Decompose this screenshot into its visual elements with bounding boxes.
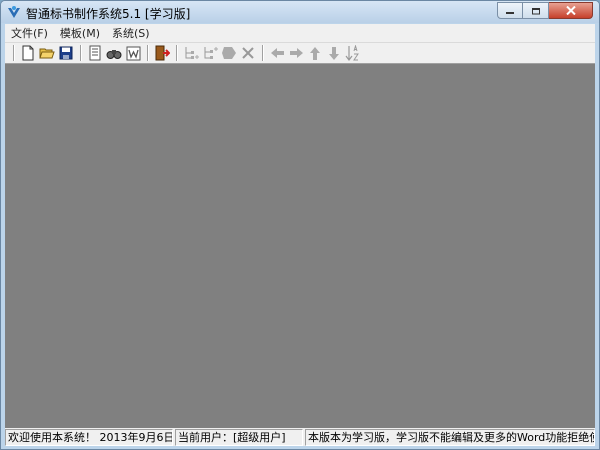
exit-icon [155, 45, 170, 61]
delete-node-button[interactable] [220, 44, 238, 62]
toolbar-separator [147, 45, 149, 61]
toolbar-separator [262, 45, 264, 61]
arrow-up-icon [310, 46, 320, 60]
delete-icon [242, 47, 254, 59]
status-bar: 欢迎使用本系统！ 2013年9月6日 当前用户：[超级用户] 本版本为学习版，学… [5, 428, 595, 446]
minimize-button[interactable] [497, 2, 523, 19]
move-up-button[interactable] [306, 44, 324, 62]
open-button[interactable] [38, 44, 56, 62]
move-right-button[interactable] [287, 44, 305, 62]
toolbar-separator [176, 45, 178, 61]
properties-button[interactable] [86, 44, 104, 62]
menu-bar: 文件(F) 模板(M) 系统(S) [5, 24, 595, 42]
main-workspace [5, 64, 595, 428]
app-logo-icon [8, 6, 20, 18]
menu-system[interactable]: 系统(S) [106, 25, 156, 41]
status-welcome: 欢迎使用本系统！ 2013年9月6日 [5, 429, 173, 446]
arrow-down-icon [329, 46, 339, 60]
arrow-right-icon [289, 48, 303, 58]
window-title: 智通标书制作系统5.1 [学习版] [26, 7, 191, 21]
move-left-button[interactable] [268, 44, 286, 62]
word-export-icon [126, 46, 140, 60]
new-button[interactable] [19, 44, 37, 62]
add-child-node-button[interactable] [182, 44, 200, 62]
maximize-button[interactable] [523, 2, 549, 19]
toolbar [5, 42, 595, 64]
save-icon [59, 46, 73, 60]
close-icon [565, 6, 576, 15]
new-document-icon [22, 45, 34, 61]
open-folder-icon [39, 48, 55, 59]
close-button[interactable] [549, 2, 593, 19]
status-version-notice: 本版本为学习版，学习版不能编辑及更多的Word功能拒绝使用！ [305, 429, 595, 446]
save-button[interactable] [57, 44, 75, 62]
exit-button[interactable] [153, 44, 171, 62]
find-icon [106, 50, 122, 59]
status-current-user: 当前用户：[超级用户] [175, 429, 303, 446]
arrow-left-icon [270, 48, 284, 58]
menu-template[interactable]: 模板(M) [54, 25, 106, 41]
sort-button[interactable] [344, 44, 362, 62]
menu-file[interactable]: 文件(F) [5, 25, 54, 41]
window-controls [497, 2, 593, 20]
toolbar-separator [80, 45, 82, 61]
title-bar[interactable]: 智通标书制作系统5.1 [学习版] [1, 1, 599, 23]
add-sibling-node-icon [204, 47, 218, 59]
app-window: 智通标书制作系统5.1 [学习版] 文件(F) 模板(M) 系统(S) 欢迎使用… [0, 0, 600, 450]
add-sibling-node-button[interactable] [201, 44, 219, 62]
properties-icon [89, 45, 101, 61]
sort-icon [345, 45, 359, 61]
move-down-button[interactable] [325, 44, 343, 62]
delete-node-icon [222, 47, 236, 59]
minimize-icon [506, 11, 514, 14]
restore-icon [531, 8, 540, 15]
toolbar-separator [13, 45, 15, 61]
word-export-button[interactable] [124, 44, 142, 62]
delete-button[interactable] [239, 44, 257, 62]
find-button[interactable] [105, 44, 123, 62]
add-child-node-icon [185, 47, 199, 59]
